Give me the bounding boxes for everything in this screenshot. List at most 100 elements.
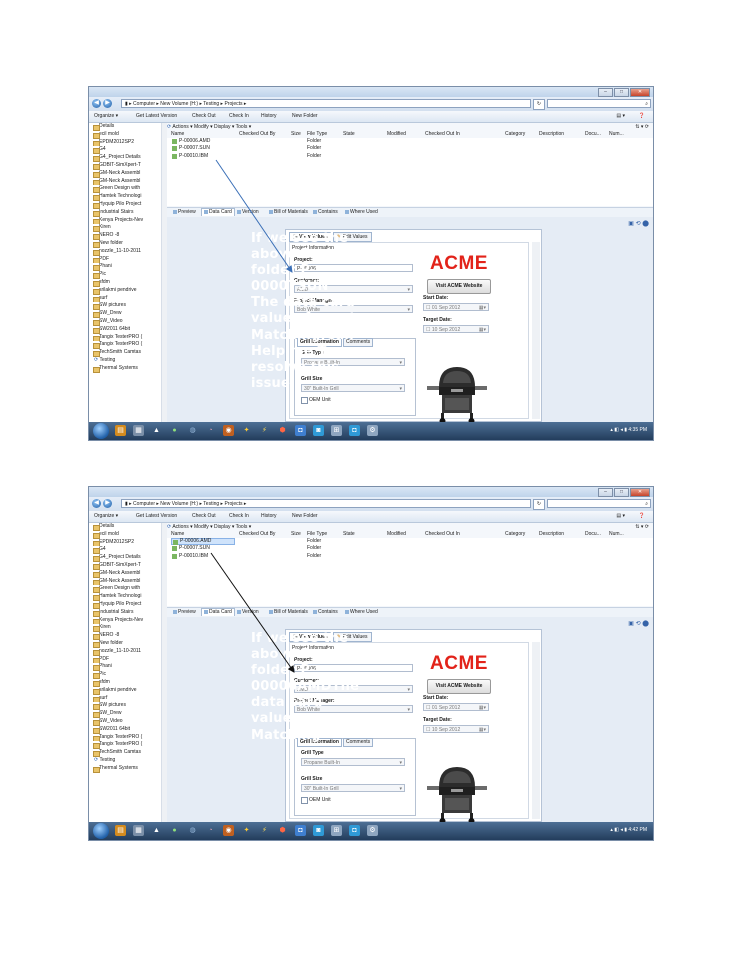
tree-folder-item[interactable]: Pic bbox=[89, 671, 161, 679]
tree-folder-item[interactable]: Tangix TesterPRO ( bbox=[89, 734, 161, 742]
crumb-computer[interactable]: Computer bbox=[133, 101, 155, 107]
app-icon[interactable]: ✦ bbox=[241, 425, 252, 436]
column-header[interactable]: Size bbox=[291, 131, 301, 138]
tree-folder-item[interactable]: NERO -8 bbox=[89, 632, 161, 640]
column-header[interactable]: File Type bbox=[307, 531, 327, 538]
display-menu[interactable]: Display ▾ bbox=[214, 524, 234, 530]
tree-folder-item[interactable]: G4_Project Details bbox=[89, 154, 161, 162]
tree-folder-item[interactable]: GM-Neck Assembl bbox=[89, 170, 161, 178]
target-date-field[interactable]: ☐ 10 Sep 2012 ▦▾ bbox=[423, 725, 489, 733]
actions-menu[interactable]: Actions ▾ bbox=[172, 124, 192, 130]
tree-folder-item[interactable]: GM-Neck Assembl bbox=[89, 578, 161, 586]
check-in-button[interactable]: Check In bbox=[229, 113, 249, 119]
tree-folder-item[interactable]: Phani bbox=[89, 263, 161, 272]
minimize-icon[interactable]: – bbox=[598, 88, 613, 97]
start-date-field[interactable]: ☐ 01 Sep 2012 ▦▾ bbox=[423, 303, 489, 311]
app-icon[interactable]: ▦ bbox=[133, 425, 144, 436]
file-row[interactable]: P-00007.SUN Folder bbox=[167, 545, 653, 552]
tree-folder-item[interactable]: Industrial Stairs bbox=[89, 609, 161, 617]
minimize-icon[interactable]: – bbox=[598, 488, 613, 497]
file-row[interactable]: P-00010.IBM Folder bbox=[167, 153, 653, 160]
tree-folder-item[interactable]: SW2011 64bit bbox=[89, 326, 161, 334]
card-scrollbar[interactable] bbox=[532, 642, 540, 819]
start-date-field[interactable]: ☐ 01 Sep 2012 ▦▾ bbox=[423, 703, 489, 711]
modify-menu[interactable]: Modify ▾ bbox=[194, 124, 213, 130]
file-name[interactable]: P-00006.AMD bbox=[171, 138, 235, 145]
app-icon[interactable]: ✦ bbox=[241, 825, 252, 836]
tree-folder-item[interactable]: Industrial Stairs bbox=[89, 209, 161, 217]
tree-folder-item[interactable]: Green Design with bbox=[89, 585, 161, 594]
app-icon[interactable]: ◍ bbox=[187, 425, 198, 436]
explorer-icon[interactable]: ▤ bbox=[115, 825, 126, 836]
modify-menu[interactable]: Modify ▾ bbox=[194, 524, 213, 530]
get-latest-version-button[interactable]: Get Latest Version bbox=[136, 113, 177, 119]
tab-data-card[interactable]: Data Card bbox=[201, 208, 235, 216]
tree-folder-item[interactable]: ecil mold bbox=[89, 531, 161, 539]
back-icon[interactable]: ◀ bbox=[92, 499, 101, 508]
app-icon[interactable]: ▲ bbox=[151, 425, 162, 436]
organize-menu[interactable]: Organize ▾ bbox=[94, 113, 118, 119]
column-header[interactable]: Description bbox=[539, 131, 564, 138]
tree-folder-item[interactable]: Kiren bbox=[89, 224, 161, 233]
app-icon[interactable]: ◔ bbox=[205, 825, 216, 836]
column-header[interactable]: Modified bbox=[387, 131, 406, 138]
file-row[interactable]: P-00006.AMD Folder bbox=[167, 138, 653, 145]
app-icon[interactable]: ◉ bbox=[223, 825, 234, 836]
tree-folder-item[interactable]: ecil mold bbox=[89, 131, 161, 139]
tools-menu[interactable]: Tools ▾ bbox=[236, 524, 252, 530]
search-input[interactable]: ⌕ bbox=[547, 99, 651, 108]
app-icon[interactable]: ◔ bbox=[205, 425, 216, 436]
file-name[interactable]: P-00010.IBM bbox=[171, 153, 235, 160]
tree-folder-item[interactable]: Tangix TesterPRO ( bbox=[89, 341, 161, 350]
search-input[interactable]: ⌕ bbox=[547, 499, 651, 508]
column-header[interactable]: Docu... bbox=[585, 131, 601, 138]
app-icon[interactable]: ◙ bbox=[313, 825, 324, 836]
tree-folder-item[interactable]: Hamtek Technologi bbox=[89, 193, 161, 201]
tab-preview[interactable]: Preview bbox=[171, 209, 198, 216]
view-options-icon[interactable]: ▤ ▾ bbox=[616, 113, 625, 119]
app-icon[interactable]: ● bbox=[169, 825, 180, 836]
crumb-projects[interactable]: Projects bbox=[224, 501, 242, 507]
help-icon[interactable]: ❓ bbox=[639, 113, 645, 119]
column-header[interactable]: State bbox=[343, 131, 355, 138]
file-row[interactable]: P-00010.IBM Folder bbox=[167, 553, 653, 560]
tree-folder-item[interactable]: Tangix TesterPRO ( bbox=[89, 741, 161, 750]
tree-vault-item[interactable]: ⟳ Testing bbox=[89, 357, 161, 365]
column-header[interactable]: Checked Out In bbox=[425, 531, 460, 538]
tree-folder-item[interactable]: G4 bbox=[89, 146, 161, 155]
target-date-field[interactable]: ☐ 10 Sep 2012 ▦▾ bbox=[423, 325, 489, 333]
tree-folder-item[interactable]: SW pictures bbox=[89, 302, 161, 311]
maximize-icon[interactable]: □ bbox=[614, 88, 629, 97]
tab-where-used[interactable]: Where Used bbox=[343, 209, 380, 216]
tree-folder-item[interactable]: SW_Video bbox=[89, 718, 161, 726]
tools-menu[interactable]: Tools ▾ bbox=[236, 124, 252, 130]
crumb-computer[interactable]: Computer bbox=[133, 501, 155, 507]
tree-folder-item[interactable]: PDF bbox=[89, 656, 161, 664]
column-header[interactable]: Category bbox=[505, 131, 525, 138]
column-header[interactable]: Size bbox=[291, 531, 301, 538]
column-header[interactable]: Docu... bbox=[585, 531, 601, 538]
forward-icon[interactable]: ▶ bbox=[103, 99, 112, 108]
column-header[interactable]: Num... bbox=[609, 131, 624, 138]
explorer-icon[interactable]: ▤ bbox=[115, 425, 126, 436]
app-icon[interactable]: ⚡ bbox=[259, 825, 270, 836]
tree-folder-item[interactable]: Details bbox=[89, 123, 161, 131]
app-icon[interactable]: ⬢ bbox=[277, 425, 288, 436]
pane-icons[interactable]: ▣ ⟲ ⬤ bbox=[628, 220, 649, 227]
tree-folder-item[interactable]: Details bbox=[89, 523, 161, 531]
tree-folder-item[interactable]: surf bbox=[89, 695, 161, 703]
column-header[interactable]: Name bbox=[171, 131, 184, 138]
tree-folder-item[interactable]: SW pictures bbox=[89, 702, 161, 711]
column-header[interactable]: Category bbox=[505, 531, 525, 538]
app-icon[interactable]: ◙ bbox=[313, 425, 324, 436]
column-header[interactable]: Modified bbox=[387, 531, 406, 538]
actions-menu[interactable]: Actions ▾ bbox=[172, 524, 192, 530]
tree-folder-item[interactable]: GDBIT-SimXpert-T bbox=[89, 562, 161, 570]
toolbar-right-icons[interactable]: ⇅ ▾ ⟳ bbox=[635, 123, 649, 131]
tree-folder-item[interactable]: EPDM2012SP2 bbox=[89, 139, 161, 147]
address-bar[interactable]: ▮ ▸ Computer ▸ New Volume (H:) ▸ Testing… bbox=[121, 499, 531, 508]
tree-folder-item[interactable]: nozzle_11-10-2011 bbox=[89, 648, 161, 656]
crumb-projects[interactable]: Projects bbox=[224, 101, 242, 107]
tree-folder-item[interactable]: sfdm bbox=[89, 279, 161, 287]
close-icon[interactable]: ✕ bbox=[630, 88, 650, 97]
